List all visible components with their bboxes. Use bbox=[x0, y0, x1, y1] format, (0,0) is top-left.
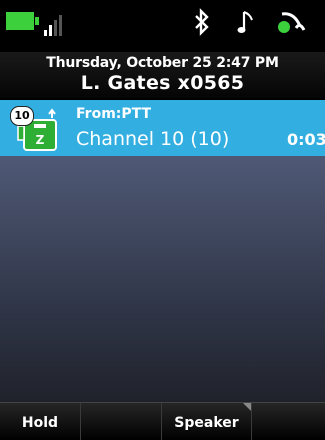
from-label: From:PTT bbox=[76, 106, 152, 122]
ringer-note-icon bbox=[236, 8, 258, 40]
channel-badge: 10 bbox=[10, 106, 34, 126]
bluetooth-icon bbox=[192, 8, 212, 40]
speaker-button[interactable]: Speaker bbox=[162, 403, 252, 440]
hold-button[interactable]: Hold bbox=[0, 403, 81, 440]
svg-text:Z: Z bbox=[36, 133, 45, 147]
channel-label: Channel 10 (10) bbox=[76, 128, 230, 150]
softkey-bar: Hold Speaker bbox=[0, 402, 325, 440]
call-row[interactable]: Z 10 From:PTT Channel 10 (10) 0:03 bbox=[0, 100, 325, 156]
user-extension: L. Gates x0565 bbox=[80, 72, 245, 94]
date-time: Thursday, October 25 2:47 PM bbox=[46, 55, 279, 71]
header: Thursday, October 25 2:47 PM L. Gates x0… bbox=[0, 52, 325, 98]
headset-icon bbox=[276, 8, 306, 40]
softkey-4[interactable] bbox=[252, 403, 325, 440]
battery-icon bbox=[6, 10, 42, 36]
main-area: Z 10 From:PTT Channel 10 (10) 0:03 bbox=[0, 100, 325, 402]
softkey-2[interactable] bbox=[81, 403, 162, 440]
status-bar bbox=[0, 0, 325, 44]
signal-icon bbox=[44, 12, 86, 40]
more-options-corner-icon bbox=[243, 403, 251, 411]
speaker-label: Speaker bbox=[174, 415, 239, 431]
call-duration: 0:03 bbox=[287, 130, 325, 149]
phone-screen: Thursday, October 25 2:47 PM L. Gates x0… bbox=[0, 0, 325, 440]
